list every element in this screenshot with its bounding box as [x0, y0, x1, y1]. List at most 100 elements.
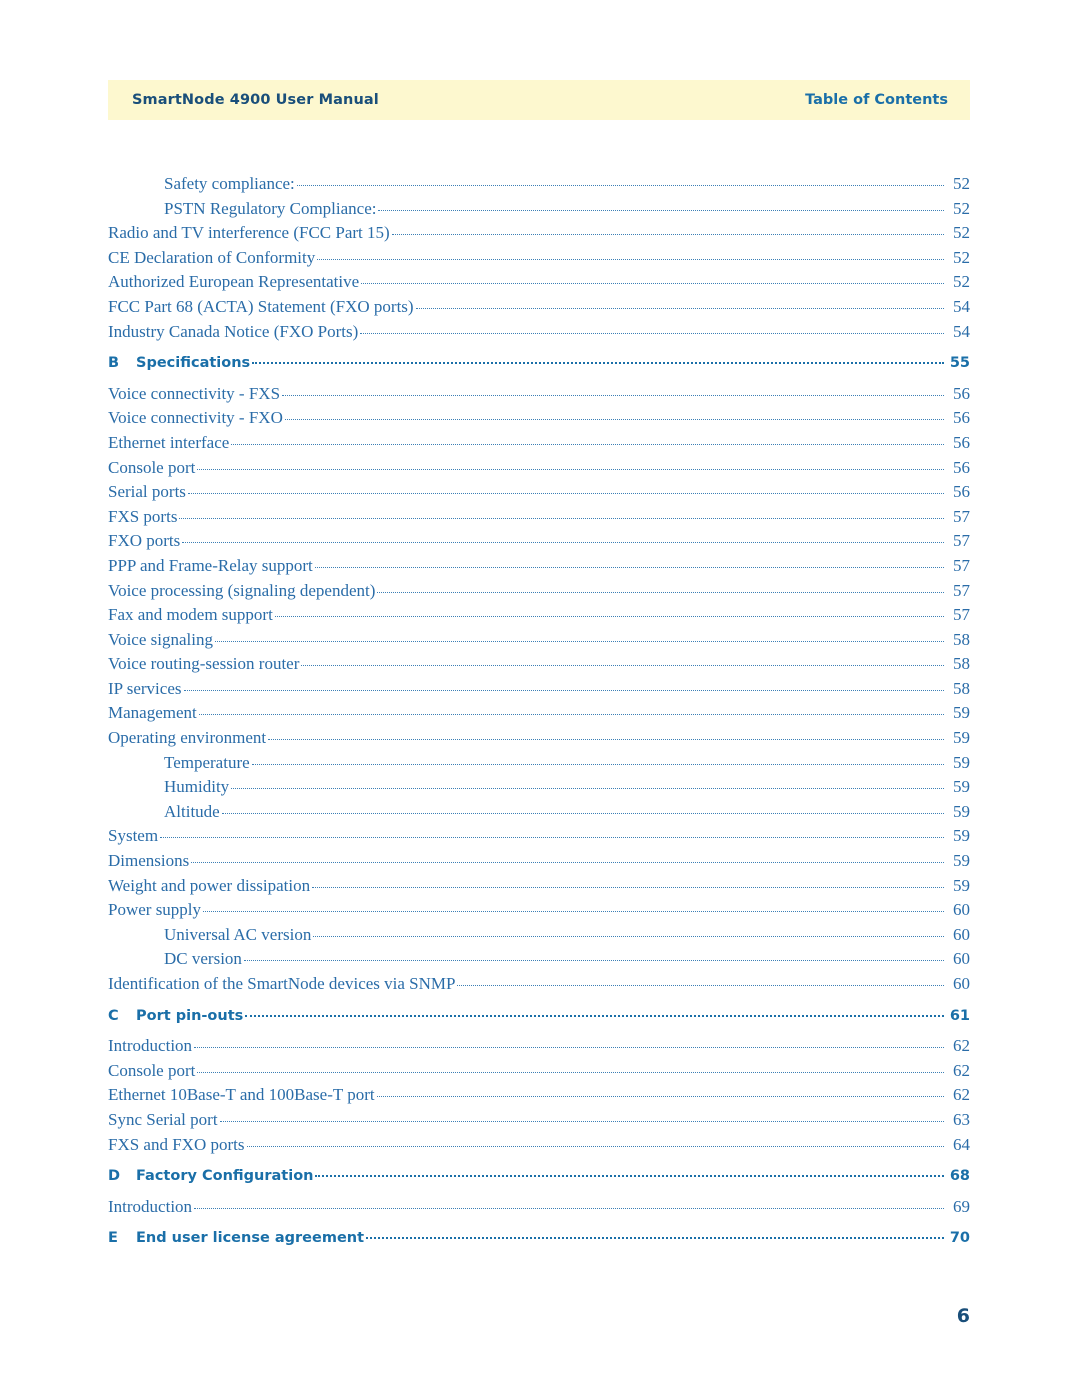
toc-entry[interactable]: Voice routing-session router 58: [108, 652, 970, 677]
toc-entry-page: 52: [953, 272, 970, 292]
toc-entry-label: Fax and modem support: [108, 605, 273, 625]
toc-entry[interactable]: FXO ports 57: [108, 529, 970, 554]
toc-entry[interactable]: FCC Part 68 (ACTA) Statement (FXO ports)…: [108, 295, 970, 320]
toc-entry[interactable]: IP services 58: [108, 677, 970, 702]
toc-entry[interactable]: Introduction 69: [108, 1195, 970, 1220]
toc-leader-dots: [197, 1062, 944, 1073]
toc-entry[interactable]: Altitude 59: [108, 800, 970, 825]
toc-entry[interactable]: Serial ports 56: [108, 480, 970, 505]
toc-entry-page: 57: [953, 506, 970, 526]
toc-entry[interactable]: Voice connectivity - FXS 56: [108, 382, 970, 407]
toc-leader-dots: [274, 606, 944, 618]
toc-entry[interactable]: Weight and power dissipation 59: [108, 874, 970, 899]
toc-leader-dots: [191, 852, 944, 864]
toc-leader-dots: [245, 1004, 944, 1017]
toc-entry-label: Introduction: [108, 1196, 193, 1216]
toc-entry-label: Sync Serial port: [108, 1109, 218, 1129]
toc-entry[interactable]: Temperature 59: [108, 751, 970, 776]
toc-entry[interactable]: PSTN Regulatory Compliance: 52: [108, 197, 970, 222]
toc-entry[interactable]: Voice signaling 58: [108, 628, 970, 653]
toc-entry[interactable]: C Port pin-outs 61: [108, 1004, 970, 1029]
page-header-band: SmartNode 4900 User Manual Table of Cont…: [108, 80, 970, 120]
toc-entry-page: 62: [953, 1085, 970, 1105]
toc-entry[interactable]: Fax and modem support 57: [108, 603, 970, 628]
toc-entry[interactable]: FXS ports 57: [108, 505, 970, 530]
toc-leader-dots: [183, 680, 944, 691]
toc-entry-page: 68: [949, 1168, 970, 1185]
toc-entry[interactable]: Industry Canada Notice (FXO Ports) 54: [108, 320, 970, 345]
toc-entry-page: 62: [953, 1036, 970, 1056]
toc-leader-dots: [219, 1111, 944, 1122]
toc-entry-page: 56: [953, 457, 970, 477]
toc-entry[interactable]: Ethernet 10Base-T and 100Base-T port 62: [108, 1083, 970, 1108]
toc-leader-dots: [457, 975, 944, 986]
toc-entry-letter: B: [108, 355, 120, 372]
toc-leader-dots: [317, 249, 944, 260]
toc-entry-label: Factory Configuration: [136, 1168, 314, 1185]
toc-entry-label: End user license agreement: [136, 1230, 365, 1247]
toc-entry-page: 56: [953, 482, 970, 502]
toc-entry[interactable]: Dimensions 59: [108, 849, 970, 874]
toc-entry[interactable]: CE Declaration of Conformity 52: [108, 246, 970, 271]
toc-entry-page: 52: [953, 198, 970, 218]
toc-entry[interactable]: Operating environment 59: [108, 726, 970, 751]
toc-entry[interactable]: Management 59: [108, 701, 970, 726]
toc-leader-dots: [314, 557, 944, 568]
toc-entry[interactable]: Identification of the SmartNode devices …: [108, 972, 970, 997]
toc-entry[interactable]: Authorized European Representative 52: [108, 270, 970, 295]
toc-leader-dots: [312, 876, 944, 888]
toc-entry[interactable]: FXS and FXO ports 64: [108, 1133, 970, 1158]
toc-entry[interactable]: B Specifications 55: [108, 351, 970, 376]
toc-entry-label: FXS ports: [108, 506, 178, 526]
toc-entry[interactable]: Safety compliance: 52: [108, 172, 970, 197]
toc-entry-page: 56: [953, 432, 970, 452]
toc-entry[interactable]: Power supply 60: [108, 898, 970, 923]
toc-entry-label: DC version: [164, 949, 242, 969]
toc-entry-page: 54: [953, 296, 970, 316]
toc-leader-dots: [315, 1165, 944, 1178]
toc-entry[interactable]: Radio and TV interference (FCC Part 15) 5…: [108, 221, 970, 246]
toc-entry[interactable]: E End user license agreement 70: [108, 1226, 970, 1251]
toc-entry[interactable]: Introduction 62: [108, 1034, 970, 1059]
toc-leader-dots: [243, 950, 944, 962]
toc-entry-label: Universal AC version: [164, 924, 312, 944]
toc-leader-dots: [391, 224, 944, 236]
toc-entry-label: Safety compliance:: [164, 174, 295, 193]
toc-entry[interactable]: Console port 56: [108, 456, 970, 481]
toc-entry-letter: C: [108, 1007, 119, 1024]
toc-entry[interactable]: Voice connectivity - FXO 56: [108, 406, 970, 431]
toc-leader-dots: [361, 273, 944, 285]
toc-entry-label: Introduction: [108, 1036, 193, 1056]
toc-entry-label: Management: [108, 703, 197, 723]
toc-entry[interactable]: DC version 60: [108, 947, 970, 972]
toc-entry[interactable]: Sync Serial port 63: [108, 1108, 970, 1133]
toc-leader-dots: [203, 901, 944, 913]
toc-entry-label: Power supply: [108, 900, 202, 920]
toc-entry-page: 54: [953, 321, 970, 341]
toc-entry-page: 56: [953, 408, 970, 428]
toc-entry-label: Specifications: [136, 355, 251, 372]
toc-entry[interactable]: D Factory Configuration 68: [108, 1164, 970, 1189]
toc-leader-dots: [268, 729, 944, 741]
toc-entry-page: 61: [949, 1007, 970, 1024]
toc-entry[interactable]: Universal AC version 60: [108, 923, 970, 948]
toc-entry-label: System: [108, 826, 159, 846]
toc-entry-page: 59: [953, 728, 970, 748]
toc-entry-label: FCC Part 68 (ACTA) Statement (FXO ports): [108, 296, 414, 316]
toc-entry[interactable]: System 59: [108, 824, 970, 849]
toc-entry[interactable]: PPP and Frame-Relay support 57: [108, 554, 970, 579]
toc-entry-page: 59: [953, 801, 970, 821]
toc-entry-label: Console port: [108, 457, 196, 477]
toc-entry-page: 52: [953, 174, 970, 193]
toc-entry[interactable]: Humidity 59: [108, 775, 970, 800]
toc-leader-dots: [378, 199, 944, 211]
toc-entry-label: CE Declaration of Conformity: [108, 247, 316, 267]
toc-entry-page: 60: [953, 949, 970, 969]
toc-entry-page: 60: [953, 974, 970, 993]
toc-entry-page: 69: [953, 1196, 970, 1216]
toc-entry-label: Console port: [108, 1060, 196, 1080]
toc-entry[interactable]: Console port 62: [108, 1059, 970, 1084]
toc-entry-label: PSTN Regulatory Compliance:: [164, 198, 377, 218]
toc-entry[interactable]: Ethernet interface 56: [108, 431, 970, 456]
toc-entry[interactable]: Voice processing (signaling dependent) 57: [108, 579, 970, 604]
